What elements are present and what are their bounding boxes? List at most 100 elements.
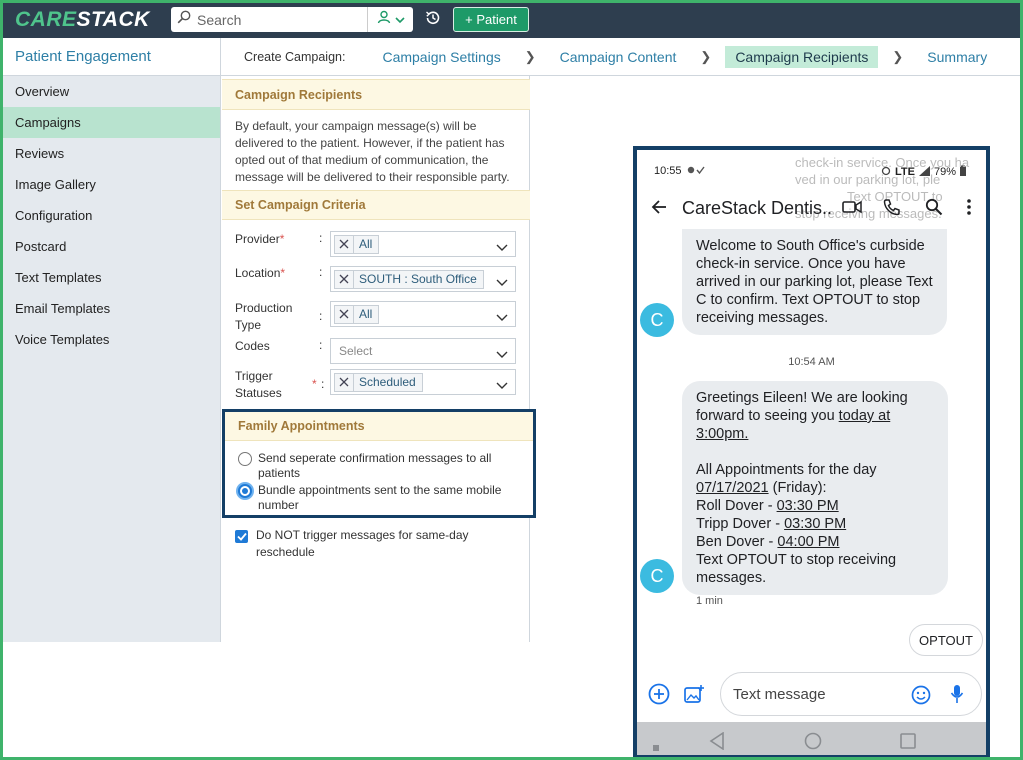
compose-bar: Text message: [637, 668, 986, 720]
nav-recents-icon[interactable]: [900, 733, 916, 754]
add-patient-button[interactable]: + Patient: [453, 7, 529, 32]
microphone-icon[interactable]: [950, 684, 964, 709]
optout-reply-bubble: OPTOUT: [909, 624, 983, 656]
provider-select[interactable]: All: [330, 231, 516, 257]
status-icons: [687, 165, 711, 178]
campaign-breadcrumb: Create Campaign: Campaign Settings ❯ Cam…: [221, 38, 1020, 76]
sidebar-item-configuration[interactable]: Configuration: [3, 200, 220, 231]
remove-icon[interactable]: [335, 270, 354, 288]
family-appointments-heading: Family Appointments: [225, 412, 533, 441]
chevron-right-icon: ❯: [892, 48, 904, 64]
search-filter-dropdown[interactable]: [367, 7, 413, 32]
chevron-down-icon: [496, 274, 508, 292]
chevron-down-icon: [496, 239, 508, 257]
bundle-appointments-option[interactable]: Bundle appointments sent to the same mob…: [238, 483, 508, 513]
location-row: Location* : SOUTH : South Office: [222, 265, 530, 295]
production-type-select[interactable]: All: [330, 301, 516, 327]
codes-label: Codes: [235, 339, 270, 353]
top-bar: CARESTACK Search + Patient: [3, 3, 1020, 38]
family-appointments-section: Family Appointments Send seperate confir…: [222, 409, 536, 518]
message-age: 1 min: [696, 595, 723, 607]
sidebar-item-overview[interactable]: Overview: [3, 76, 220, 107]
separate-messages-option[interactable]: Send seperate confirmation messages to a…: [238, 451, 508, 481]
text-message-input[interactable]: Text message: [720, 672, 982, 716]
step-campaign-recipients[interactable]: Campaign Recipients: [725, 45, 879, 68]
remove-icon[interactable]: [335, 305, 354, 323]
remove-icon[interactable]: [335, 373, 354, 391]
video-call-icon[interactable]: [842, 200, 862, 219]
codes-row: Codes : Select: [222, 338, 530, 366]
history-icon: [424, 9, 442, 32]
more-options-icon[interactable]: [967, 198, 971, 221]
module-title: Patient Engagement: [3, 38, 221, 76]
phone-app-bar: CareStack Dentis...: [637, 186, 986, 230]
history-button[interactable]: [421, 8, 445, 32]
user-icon: [377, 10, 391, 29]
breadcrumb-lead: Create Campaign:: [244, 49, 346, 64]
received-message: Greetings Eileen! We are looking forward…: [682, 381, 948, 595]
recipients-intro: By default, your campaign message(s) wil…: [235, 119, 510, 184]
production-type-label: Production Type: [235, 301, 293, 332]
phone-call-icon[interactable]: [883, 198, 901, 221]
sidebar-item-postcard[interactable]: Postcard: [3, 231, 220, 262]
search-input[interactable]: Search: [171, 7, 367, 32]
gallery-icon[interactable]: [683, 683, 705, 710]
phone-sms-preview: 10:55 LTE 79% check-in service. Once you…: [633, 146, 990, 757]
nav-dot-icon: [653, 738, 659, 755]
search-icon: [177, 10, 191, 29]
trigger-status-chip: Scheduled: [334, 372, 423, 392]
provider-row: Provider* : All: [222, 231, 530, 261]
step-summary[interactable]: Summary: [917, 46, 997, 68]
sidebar-item-text-templates[interactable]: Text Templates: [3, 262, 220, 293]
scrolled-text: ved in our parking lot, ple: [795, 172, 941, 187]
search-placeholder: Search: [197, 11, 242, 28]
chevron-right-icon: ❯: [700, 48, 712, 64]
chevron-down-icon: [496, 346, 508, 364]
trigger-statuses-row: Trigger Statuses * : Scheduled: [222, 368, 530, 404]
provider-label: Provider*: [235, 232, 285, 246]
location-select[interactable]: SOUTH : South Office: [330, 266, 516, 292]
campaign-recipients-heading: Campaign Recipients: [222, 79, 530, 110]
remove-icon[interactable]: [335, 235, 354, 253]
android-nav-bar: [637, 722, 986, 755]
same-day-reschedule-checkbox[interactable]: [235, 530, 248, 543]
provider-chip: All: [334, 234, 380, 254]
chevron-right-icon: ❯: [524, 48, 536, 64]
contact-title: CareStack Dentis...: [682, 198, 832, 218]
chevron-down-icon: [394, 11, 405, 29]
message-timestamp: 10:54 AM: [788, 356, 835, 368]
search-icon[interactable]: [925, 198, 943, 221]
app-window: CARESTACK Search + Patient Patient Engag…: [0, 0, 1023, 760]
scrolled-text: check-in service. Once you ha: [795, 155, 970, 170]
separate-messages-radio[interactable]: [238, 452, 252, 466]
nav-back-icon[interactable]: [709, 731, 725, 755]
sidebar: Overview Campaigns Reviews Image Gallery…: [3, 76, 221, 642]
same-day-reschedule-option[interactable]: Do NOT trigger messages for same-day res…: [235, 527, 495, 561]
production-type-chip: All: [334, 304, 380, 324]
step-campaign-content[interactable]: Campaign Content: [550, 46, 687, 68]
sidebar-item-image-gallery[interactable]: Image Gallery: [3, 169, 220, 200]
location-label: Location*: [235, 266, 286, 280]
nav-home-icon[interactable]: [804, 732, 822, 755]
step-campaign-settings[interactable]: Campaign Settings: [372, 46, 510, 68]
criteria-heading: Set Campaign Criteria: [222, 190, 530, 220]
emoji-icon[interactable]: [911, 685, 931, 710]
sidebar-item-email-templates[interactable]: Email Templates: [3, 293, 220, 324]
contact-avatar: C: [640, 303, 674, 337]
bundle-appointments-radio[interactable]: [238, 484, 252, 498]
chevron-down-icon: [496, 309, 508, 327]
contact-avatar: C: [640, 559, 674, 593]
location-chip: SOUTH : South Office: [334, 269, 484, 289]
production-type-row: Production Type : All: [222, 300, 530, 336]
carestack-logo[interactable]: CARESTACK: [15, 8, 150, 32]
add-icon[interactable]: [648, 683, 670, 710]
sidebar-item-reviews[interactable]: Reviews: [3, 138, 220, 169]
trigger-statuses-label: Trigger Statuses: [235, 369, 282, 400]
codes-select[interactable]: Select: [330, 338, 516, 364]
chevron-down-icon: [496, 377, 508, 395]
trigger-statuses-select[interactable]: Scheduled: [330, 369, 516, 395]
received-message: Welcome to South Office's curbside check…: [682, 229, 947, 335]
sidebar-item-voice-templates[interactable]: Voice Templates: [3, 324, 220, 355]
back-arrow-icon[interactable]: [651, 199, 667, 220]
sidebar-item-campaigns[interactable]: Campaigns: [3, 107, 220, 138]
